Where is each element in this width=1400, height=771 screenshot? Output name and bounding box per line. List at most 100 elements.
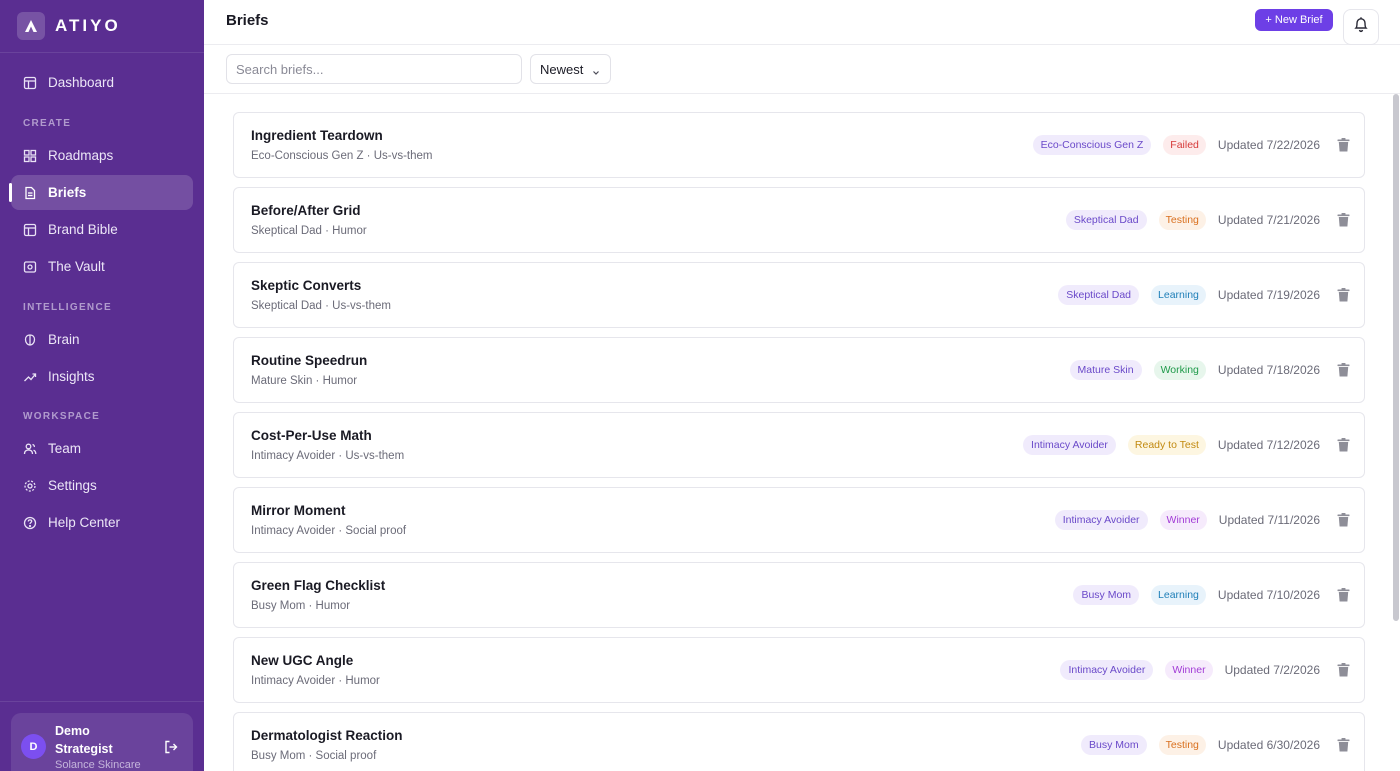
- new-brief-button[interactable]: + New Brief: [1255, 9, 1333, 31]
- search-input[interactable]: [226, 54, 522, 84]
- brief-subtitle: Intimacy Avoider · Us-vs-them: [251, 450, 405, 462]
- gear-icon: [23, 479, 37, 493]
- audience-badge: Mature Skin: [1069, 360, 1142, 380]
- brief-card[interactable]: Cost-Per-Use Math Intimacy Avoider · Us-…: [233, 412, 1365, 478]
- dashboard-icon: [23, 76, 37, 90]
- vault-icon: [23, 260, 37, 274]
- trash-icon[interactable]: [1336, 738, 1350, 752]
- page-title: Briefs: [226, 12, 269, 29]
- user-org: Solance Skincare: [55, 759, 141, 771]
- updated-date: Updated 7/12/2026: [1217, 438, 1320, 452]
- status-badge: Ready to Test: [1127, 435, 1206, 455]
- brief-subtitle: Intimacy Avoider · Humor: [251, 675, 380, 687]
- trash-icon[interactable]: [1336, 138, 1350, 152]
- sidebar-item-dashboard[interactable]: Dashboard: [11, 65, 193, 100]
- sidebar-item-brain[interactable]: Brain: [11, 322, 193, 357]
- scrollbar[interactable]: [1393, 94, 1399, 621]
- chevron-down-icon: [592, 65, 600, 80]
- sidebar-item-roadmaps[interactable]: Roadmaps: [11, 138, 193, 173]
- user-card[interactable]: D Demo Strategist Solance Skincare: [11, 713, 193, 771]
- sidebar-item-insights[interactable]: Insights: [11, 359, 193, 394]
- audience-badge: Intimacy Avoider: [1054, 510, 1148, 530]
- status-badge: Failed: [1163, 135, 1206, 155]
- audience-badge: Busy Mom: [1073, 585, 1140, 605]
- trash-icon[interactable]: [1336, 363, 1350, 377]
- brand-logo-icon[interactable]: [17, 12, 45, 40]
- sidebar-item-label: Brain: [48, 332, 80, 347]
- sidebar-item-brand-bible[interactable]: Brand Bible: [11, 212, 193, 247]
- brief-card[interactable]: New UGC Angle Intimacy Avoider · Humor I…: [233, 637, 1365, 703]
- trash-icon[interactable]: [1336, 513, 1350, 527]
- trash-icon[interactable]: [1336, 663, 1350, 677]
- audience-badge: Skeptical Dad: [1065, 210, 1147, 230]
- trending-up-icon: [23, 370, 37, 384]
- brief-meta: Intimacy Avoider Winner Updated 7/11/202…: [1054, 488, 1350, 552]
- updated-date: Updated 7/2/2026: [1224, 663, 1320, 677]
- brief-meta: Skeptical Dad Testing Updated 7/21/2026: [1065, 188, 1350, 252]
- brief-subtitle: Eco-Conscious Gen Z · Us-vs-them: [251, 150, 433, 162]
- brief-card[interactable]: Green Flag Checklist Busy Mom · Humor Bu…: [233, 562, 1365, 628]
- updated-date: Updated 6/30/2026: [1217, 738, 1320, 752]
- sidebar-item-label: Team: [48, 441, 82, 456]
- sort-select[interactable]: Newest: [530, 54, 611, 84]
- status-badge: Learning: [1151, 285, 1206, 305]
- brand-name: ATIYO: [55, 16, 121, 35]
- brief-meta: Mature Skin Working Updated 7/18/2026: [1069, 338, 1350, 402]
- page-header: Briefs + New Brief: [204, 0, 1400, 45]
- sidebar-item-briefs[interactable]: Briefs: [11, 175, 193, 210]
- brief-meta: Busy Mom Learning Updated 7/10/2026: [1073, 563, 1350, 627]
- sidebar-item-help-center[interactable]: Help Center: [11, 505, 193, 540]
- brief-card[interactable]: Ingredient Teardown Eco-Conscious Gen Z …: [233, 112, 1365, 178]
- brief-title: Ingredient Teardown: [251, 128, 383, 143]
- audience-badge: Intimacy Avoider: [1023, 435, 1116, 455]
- brief-title: Before/After Grid: [251, 203, 361, 218]
- logout-icon[interactable]: [163, 739, 179, 755]
- status-badge: Working: [1153, 360, 1206, 380]
- sidebar-item-the-vault[interactable]: The Vault: [11, 249, 193, 284]
- brief-subtitle: Busy Mom · Humor: [251, 600, 351, 612]
- updated-date: Updated 7/21/2026: [1217, 213, 1320, 227]
- audience-badge: Intimacy Avoider: [1060, 660, 1154, 680]
- trash-icon[interactable]: [1336, 438, 1350, 452]
- status-badge: Learning: [1151, 585, 1206, 605]
- brief-meta: Intimacy Avoider Ready to Test Updated 7…: [1023, 413, 1350, 477]
- brief-card[interactable]: Routine Speedrun Mature Skin · Humor Mat…: [233, 337, 1365, 403]
- brief-meta: Skeptical Dad Learning Updated 7/19/2026: [1058, 263, 1350, 327]
- sidebar-item-label: Roadmaps: [48, 148, 114, 163]
- sidebar-item-settings[interactable]: Settings: [11, 468, 193, 503]
- audience-badge: Skeptical Dad: [1058, 285, 1140, 305]
- section-intelligence-label: INTELLIGENCE: [23, 302, 112, 313]
- briefs-list: Ingredient Teardown Eco-Conscious Gen Z …: [233, 112, 1365, 771]
- brief-meta: Busy Mom Testing Updated 6/30/2026: [1081, 713, 1350, 771]
- sidebar-item-team[interactable]: Team: [11, 431, 193, 466]
- audience-badge: Eco-Conscious Gen Z: [1032, 135, 1152, 155]
- users-icon: [23, 442, 37, 456]
- brief-card[interactable]: Mirror Moment Intimacy Avoider · Social …: [233, 487, 1365, 553]
- trash-icon[interactable]: [1336, 288, 1350, 302]
- brief-title: Cost-Per-Use Math: [251, 428, 372, 443]
- brief-subtitle: Mature Skin · Humor: [251, 375, 358, 387]
- brief-title: Routine Speedrun: [251, 353, 368, 368]
- user-name: Demo Strategist: [55, 724, 113, 756]
- brain-icon: [23, 333, 37, 347]
- updated-date: Updated 7/18/2026: [1217, 363, 1320, 377]
- toolbar: Newest: [204, 45, 1400, 94]
- grid-icon: [23, 149, 37, 163]
- brief-subtitle: Intimacy Avoider · Social proof: [251, 525, 407, 537]
- trash-icon[interactable]: [1336, 213, 1350, 227]
- avatar: D: [21, 734, 46, 759]
- status-badge: Testing: [1158, 735, 1206, 755]
- brief-card[interactable]: Skeptic Converts Skeptical Dad · Us-vs-t…: [233, 262, 1365, 328]
- notifications-button[interactable]: [1343, 9, 1379, 45]
- sidebar-item-label: Brand Bible: [48, 222, 118, 237]
- trash-icon[interactable]: [1336, 588, 1350, 602]
- brief-card[interactable]: Dermatologist Reaction Busy Mom · Social…: [233, 712, 1365, 771]
- brief-subtitle: Skeptical Dad · Humor: [251, 225, 367, 237]
- brief-card[interactable]: Before/After Grid Skeptical Dad · Humor …: [233, 187, 1365, 253]
- brand-header: ATIYO: [0, 0, 204, 53]
- brief-meta: Eco-Conscious Gen Z Failed Updated 7/22/…: [1032, 113, 1350, 177]
- brief-subtitle: Skeptical Dad · Us-vs-them: [251, 300, 391, 312]
- brief-title: Dermatologist Reaction: [251, 728, 403, 743]
- updated-date: Updated 7/10/2026: [1217, 588, 1320, 602]
- status-badge: Winner: [1159, 510, 1207, 530]
